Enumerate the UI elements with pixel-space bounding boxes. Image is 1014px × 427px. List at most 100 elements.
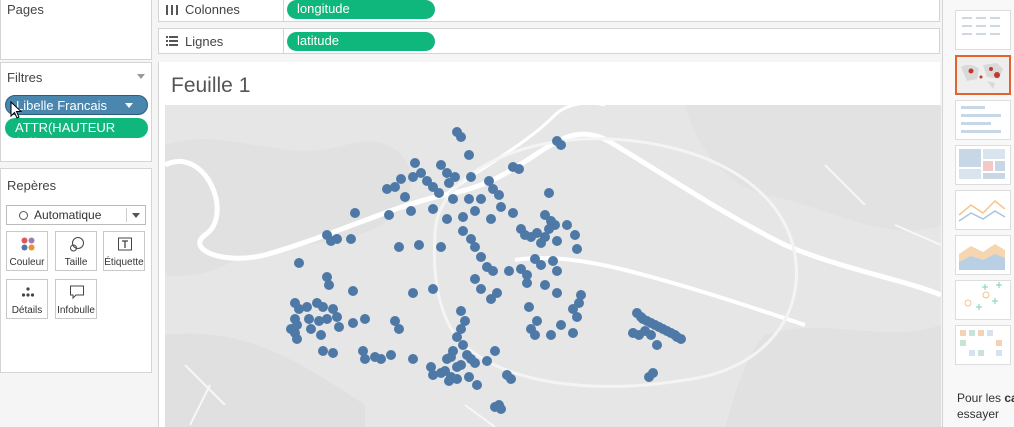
- map-point[interactable]: [360, 354, 370, 364]
- map-point[interactable]: [428, 204, 438, 214]
- map-point[interactable]: [556, 320, 566, 330]
- map-point[interactable]: [470, 274, 480, 284]
- latitude-pill[interactable]: latitude: [287, 32, 435, 51]
- map-point[interactable]: [482, 356, 492, 366]
- gantt-thumb[interactable]: [955, 325, 1011, 365]
- map-point[interactable]: [346, 234, 356, 244]
- map-point[interactable]: [456, 306, 466, 316]
- map-point[interactable]: [508, 208, 518, 218]
- map-point[interactable]: [488, 266, 498, 276]
- color-button[interactable]: Couleur: [6, 231, 48, 271]
- map-point[interactable]: [376, 354, 386, 364]
- map-point[interactable]: [390, 182, 400, 192]
- detail-button[interactable]: Détails: [6, 279, 48, 319]
- map-point[interactable]: [494, 190, 504, 200]
- map-point[interactable]: [444, 376, 454, 386]
- map-point[interactable]: [400, 192, 410, 202]
- map-point[interactable]: [436, 160, 446, 170]
- map-point[interactable]: [476, 252, 486, 262]
- map-thumb[interactable]: [955, 55, 1011, 95]
- map-point[interactable]: [548, 256, 558, 266]
- mark-type-select[interactable]: Automatique: [6, 205, 146, 225]
- map-point[interactable]: [324, 280, 334, 290]
- map-point[interactable]: [522, 278, 532, 288]
- map-point[interactable]: [562, 220, 572, 230]
- filters-menu-arrow-icon[interactable]: [137, 74, 145, 79]
- map-point[interactable]: [652, 340, 662, 350]
- map-point[interactable]: [452, 332, 462, 342]
- map-point[interactable]: [446, 352, 456, 362]
- map-point[interactable]: [332, 234, 342, 244]
- map-point[interactable]: [472, 380, 482, 390]
- map-canvas[interactable]: [165, 105, 941, 427]
- map-point[interactable]: [456, 132, 466, 142]
- map-point[interactable]: [394, 324, 404, 334]
- map-point[interactable]: [318, 346, 328, 356]
- filter-pill-hauteur[interactable]: ATTR(HAUTEUR (m)): [5, 118, 148, 150]
- map-point[interactable]: [348, 286, 358, 296]
- map-point[interactable]: [294, 258, 304, 268]
- map-point[interactable]: [644, 372, 654, 382]
- map-point[interactable]: [396, 174, 406, 184]
- map-point[interactable]: [646, 330, 656, 340]
- map-point[interactable]: [490, 346, 500, 356]
- map-point[interactable]: [546, 330, 556, 340]
- map-point[interactable]: [428, 284, 438, 294]
- pages-card[interactable]: Pages: [0, 0, 152, 60]
- map-point[interactable]: [470, 242, 480, 252]
- map-point[interactable]: [464, 372, 474, 382]
- map-point[interactable]: [532, 316, 542, 326]
- map-point[interactable]: [556, 140, 566, 150]
- map-point[interactable]: [318, 302, 328, 312]
- map-view[interactable]: [165, 105, 941, 427]
- map-point[interactable]: [452, 362, 462, 372]
- map-point[interactable]: [504, 266, 514, 276]
- map-point[interactable]: [442, 214, 452, 224]
- map-point[interactable]: [506, 374, 516, 384]
- pill-dropdown-icon[interactable]: [125, 103, 133, 108]
- label-button[interactable]: Étiquette: [103, 231, 145, 271]
- map-point[interactable]: [570, 230, 580, 240]
- map-point[interactable]: [476, 284, 486, 294]
- map-point[interactable]: [394, 242, 404, 252]
- treemap-thumb[interactable]: [955, 145, 1011, 185]
- map-point[interactable]: [314, 316, 324, 326]
- map-point[interactable]: [436, 242, 446, 252]
- map-point[interactable]: [408, 354, 418, 364]
- map-point[interactable]: [524, 302, 534, 312]
- map-point[interactable]: [348, 318, 358, 328]
- map-point[interactable]: [304, 314, 314, 324]
- map-point[interactable]: [470, 206, 480, 216]
- map-point[interactable]: [450, 172, 460, 182]
- map-point[interactable]: [496, 202, 506, 212]
- map-point[interactable]: [406, 206, 416, 216]
- map-point[interactable]: [470, 358, 480, 368]
- line-chart-thumb[interactable]: [955, 190, 1011, 230]
- map-point[interactable]: [332, 312, 342, 322]
- map-point[interactable]: [458, 340, 468, 350]
- map-point[interactable]: [514, 164, 524, 174]
- map-point[interactable]: [464, 194, 474, 204]
- map-point[interactable]: [428, 370, 438, 380]
- map-point[interactable]: [302, 302, 312, 312]
- map-point[interactable]: [552, 266, 562, 276]
- tooltip-button[interactable]: Infobulle: [55, 279, 97, 319]
- map-point[interactable]: [458, 212, 468, 222]
- map-point[interactable]: [414, 240, 424, 250]
- map-point[interactable]: [676, 334, 686, 344]
- filters-card[interactable]: Filtres Libelle Francais ATTR(HAUTEUR (m…: [0, 62, 152, 162]
- highlight-table-thumb[interactable]: [955, 100, 1011, 140]
- rows-shelf[interactable]: Lignes latitude: [158, 28, 940, 54]
- map-point[interactable]: [328, 348, 338, 358]
- filter-pill-libelle[interactable]: Libelle Francais: [5, 95, 148, 115]
- map-point[interactable]: [540, 280, 550, 290]
- map-point[interactable]: [466, 172, 476, 182]
- columns-shelf[interactable]: Colonnes longitude: [158, 0, 940, 22]
- map-point[interactable]: [552, 236, 562, 246]
- map-point[interactable]: [410, 158, 420, 168]
- map-point[interactable]: [386, 350, 396, 360]
- map-point[interactable]: [552, 288, 562, 298]
- map-point[interactable]: [292, 334, 302, 344]
- area-chart-thumb[interactable]: [955, 235, 1011, 275]
- longitude-pill[interactable]: longitude: [287, 0, 435, 19]
